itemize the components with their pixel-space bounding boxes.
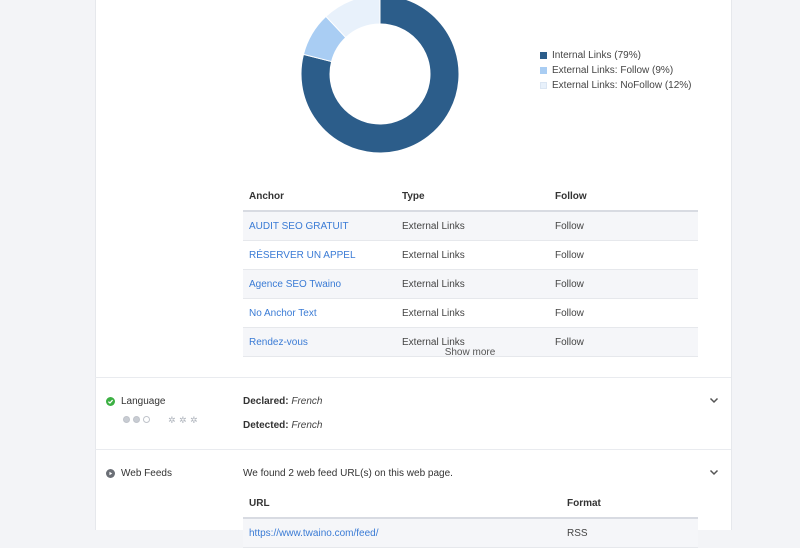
link-type: External Links <box>396 269 549 299</box>
declared-label: Declared: <box>243 396 289 407</box>
links-table: Anchor Type Follow AUDIT SEO GRATUIT Ext… <box>243 182 698 357</box>
check-circle-icon <box>106 397 115 406</box>
table-row: No Anchor Text External Links Follow <box>243 298 698 328</box>
declared-language: Declared: French <box>243 396 322 407</box>
declared-value: French <box>291 396 323 407</box>
legend-item-internal: Internal Links (79%) <box>540 48 692 63</box>
legend-label: External Links: Follow (9%) <box>552 65 674 76</box>
table-row: RÉSERVER UN APPEL External Links Follow <box>243 240 698 270</box>
links-donut-chart <box>300 0 460 154</box>
legend-label: External Links: NoFollow (12%) <box>552 80 692 91</box>
language-section-label[interactable]: Language <box>106 396 166 407</box>
chart-legend: Internal Links (79%) External Links: Fol… <box>540 48 692 93</box>
play-circle-icon <box>106 469 115 478</box>
gear-icon: ✲ <box>179 415 187 425</box>
language-settings-icons: ✲ ✲ ✲ <box>168 415 198 425</box>
column-header-anchor: Anchor <box>243 182 396 212</box>
table-row: Agence SEO Twaino External Links Follow <box>243 269 698 299</box>
donut-svg <box>300 0 460 154</box>
detected-label: Detected: <box>243 420 289 431</box>
anchor-link[interactable]: AUDIT SEO GRATUIT <box>243 211 396 241</box>
feed-format: RSS <box>561 518 698 548</box>
link-type: External Links <box>396 211 549 241</box>
chevron-down-icon[interactable] <box>708 466 720 478</box>
link-type: External Links <box>396 240 549 270</box>
link-type: External Links <box>396 298 549 328</box>
link-follow: Follow <box>549 211 698 241</box>
table-row: AUDIT SEO GRATUIT External Links Follow <box>243 211 698 241</box>
web-feeds-table: URL Format https://www.twaino.com/feed/ … <box>243 489 698 548</box>
web-feeds-summary: We found 2 web feed URL(s) on this web p… <box>243 468 453 479</box>
link-follow: Follow <box>549 240 698 270</box>
web-feeds-label: Web Feeds <box>121 468 172 479</box>
table-row: https://www.twaino.com/feed/ RSS <box>243 518 698 548</box>
detected-value: French <box>291 420 323 431</box>
column-header-url: URL <box>243 489 561 519</box>
column-header-type: Type <box>396 182 549 212</box>
indicator-dot <box>143 416 150 423</box>
legend-swatch <box>540 82 547 89</box>
indicator-dot <box>123 416 130 423</box>
language-label: Language <box>121 396 166 407</box>
gear-icon: ✲ <box>168 415 176 425</box>
legend-item-external-follow: External Links: Follow (9%) <box>540 63 692 78</box>
legend-item-external-nofollow: External Links: NoFollow (12%) <box>540 78 692 93</box>
table-header-row: URL Format <box>243 489 698 519</box>
legend-swatch <box>540 52 547 59</box>
gear-icon: ✲ <box>190 415 198 425</box>
indicator-dot <box>133 416 140 423</box>
table-header-row: Anchor Type Follow <box>243 182 698 212</box>
anchor-link[interactable]: No Anchor Text <box>243 298 396 328</box>
feed-url-link[interactable]: https://www.twaino.com/feed/ <box>243 518 561 548</box>
column-header-follow: Follow <box>549 182 698 212</box>
column-header-format: Format <box>561 489 698 519</box>
show-more-link[interactable]: Show more <box>0 347 800 358</box>
detected-language: Detected: French <box>243 420 322 431</box>
anchor-link[interactable]: RÉSERVER UN APPEL <box>243 240 396 270</box>
section-divider <box>95 449 731 450</box>
web-feeds-section-label[interactable]: Web Feeds <box>106 468 172 479</box>
chevron-down-icon[interactable] <box>708 394 720 406</box>
link-follow: Follow <box>549 269 698 299</box>
link-follow: Follow <box>549 298 698 328</box>
language-indicator-dots <box>123 416 150 423</box>
anchor-link[interactable]: Agence SEO Twaino <box>243 269 396 299</box>
section-divider <box>95 377 731 378</box>
legend-swatch <box>540 67 547 74</box>
legend-label: Internal Links (79%) <box>552 50 641 61</box>
